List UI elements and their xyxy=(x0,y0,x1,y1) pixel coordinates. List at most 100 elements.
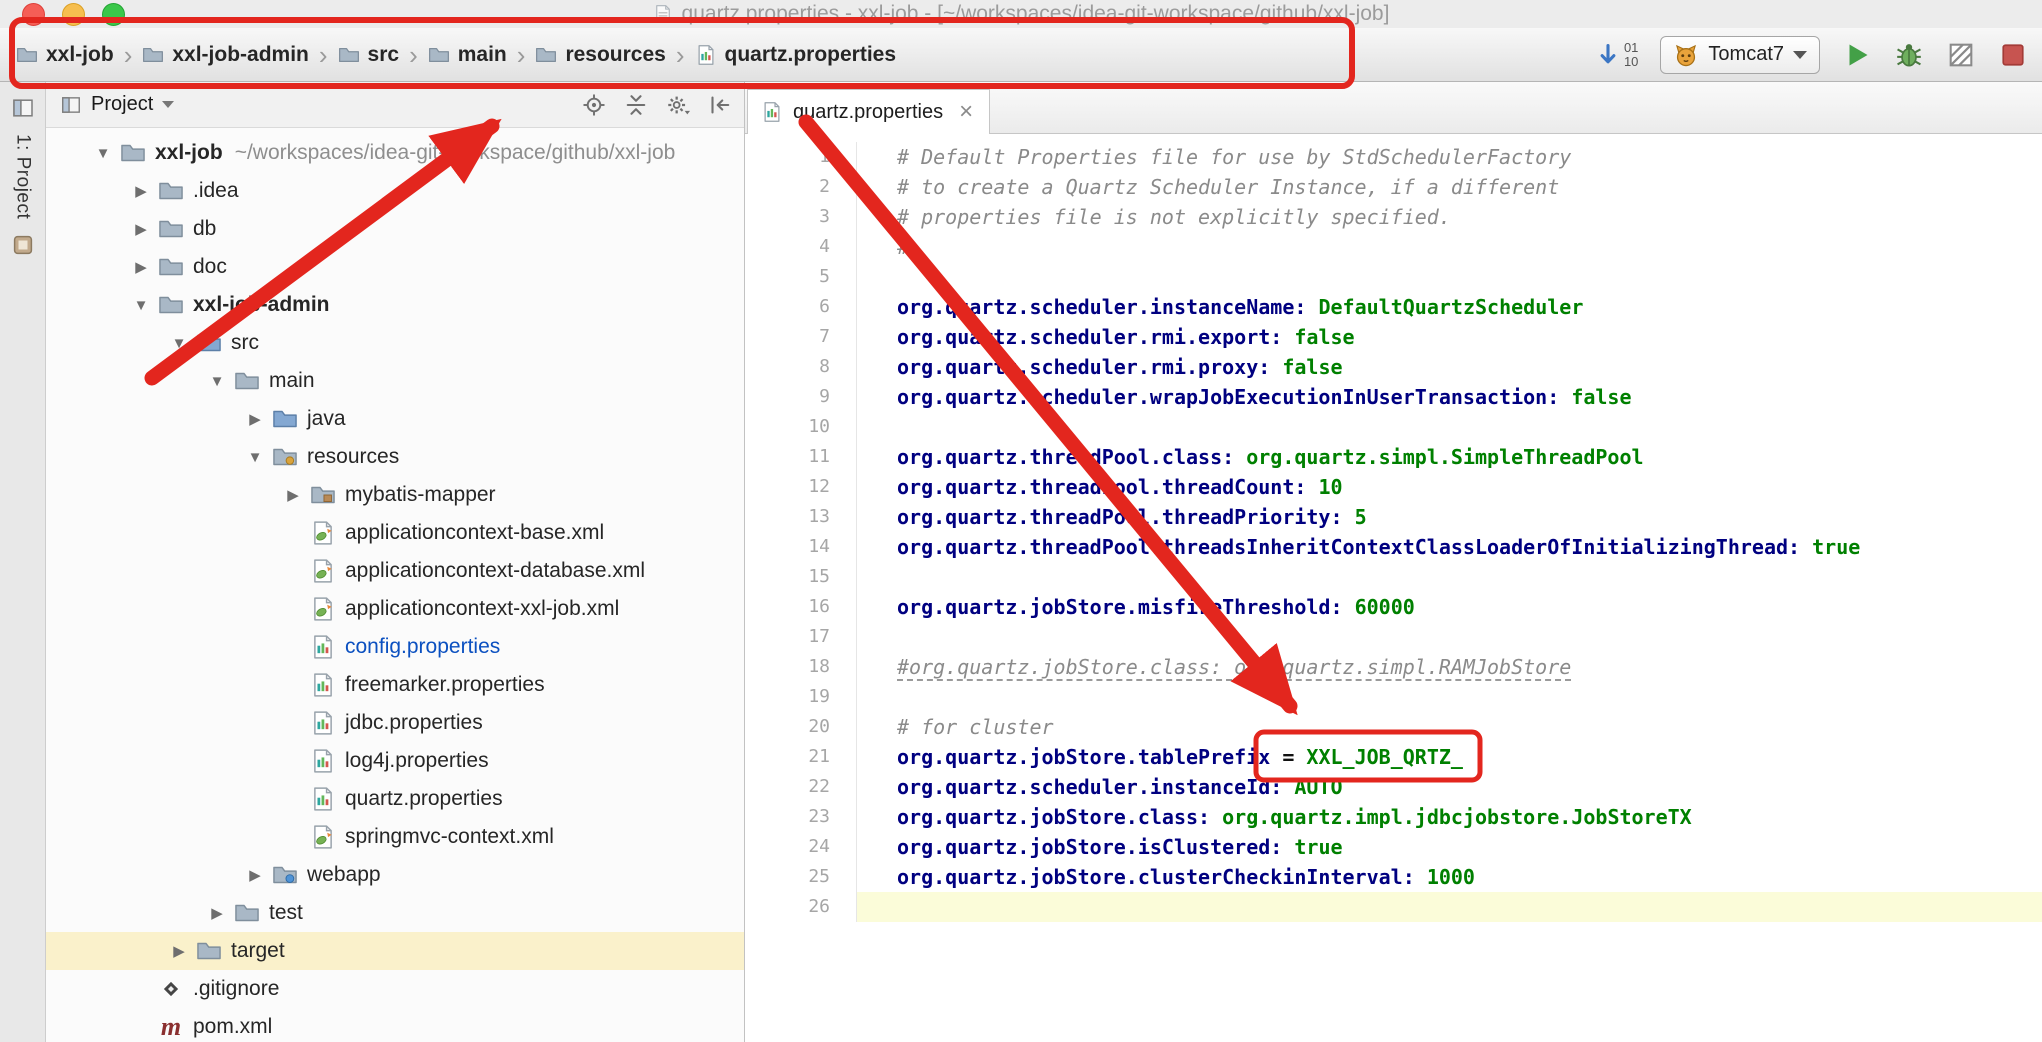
line-number[interactable]: 11 xyxy=(745,442,857,472)
line-number[interactable]: 24 xyxy=(745,832,857,862)
breadcrumb-item-resources[interactable]: resources xyxy=(535,43,665,67)
tree-item-xxl-job[interactable]: ▼xxl-job~/workspaces/idea-git-workspace/… xyxy=(46,134,744,172)
code-line-18[interactable]: 18#org.quartz.jobStore.class: org.quartz… xyxy=(745,652,2042,682)
code-line-26[interactable]: 26 xyxy=(745,892,2042,922)
chevron-collapsed-icon[interactable]: ▶ xyxy=(238,410,272,428)
tree-item-idea[interactable]: ▶.idea xyxy=(46,172,744,210)
code-line-23[interactable]: 23org.quartz.jobStore.class: org.quartz.… xyxy=(745,802,2042,832)
code-line-25[interactable]: 25org.quartz.jobStore.clusterCheckinInte… xyxy=(745,862,2042,892)
line-number[interactable]: 15 xyxy=(745,562,857,592)
tree-item-applicationcontext-database-xml[interactable]: applicationcontext-database.xml xyxy=(46,552,744,590)
line-number[interactable]: 12 xyxy=(745,472,857,502)
breadcrumb-item-xxl-job[interactable]: xxl-job xyxy=(16,43,114,67)
line-number[interactable]: 16 xyxy=(745,592,857,622)
code-line-17[interactable]: 17 xyxy=(745,622,2042,652)
tree-item-applicationcontext-xxl-job-xml[interactable]: applicationcontext-xxl-job.xml xyxy=(46,590,744,628)
line-number[interactable]: 8 xyxy=(745,352,857,382)
code-line-14[interactable]: 14org.quartz.threadPool.threadsInheritCo… xyxy=(745,532,2042,562)
chevron-collapsed-icon[interactable]: ▶ xyxy=(200,904,234,922)
tree-item-db[interactable]: ▶db xyxy=(46,210,744,248)
line-number[interactable]: 4 xyxy=(745,232,857,262)
line-number[interactable]: 1 xyxy=(745,142,857,172)
tree-item-java[interactable]: ▶java xyxy=(46,400,744,438)
breadcrumb-item-main[interactable]: main xyxy=(428,43,507,67)
chevron-collapsed-icon[interactable]: ▶ xyxy=(276,486,310,504)
chevron-down-icon[interactable] xyxy=(162,101,174,108)
line-number[interactable]: 22 xyxy=(745,772,857,802)
code-line-19[interactable]: 19 xyxy=(745,682,2042,712)
code-line-2[interactable]: 2# to create a Quartz Scheduler Instance… xyxy=(745,172,2042,202)
code-line-16[interactable]: 16org.quartz.jobStore.misfireThreshold: … xyxy=(745,592,2042,622)
code-line-15[interactable]: 15 xyxy=(745,562,2042,592)
vcs-update-indicator[interactable]: 01 10 xyxy=(1595,41,1638,69)
code-line-20[interactable]: 20# for cluster xyxy=(745,712,2042,742)
code-line-12[interactable]: 12org.quartz.threadPool.threadCount: 10 xyxy=(745,472,2042,502)
chevron-expanded-icon[interactable]: ▼ xyxy=(86,145,120,162)
tree-item-config-properties[interactable]: config.properties xyxy=(46,628,744,666)
tab-quartz-properties[interactable]: quartz.properties × xyxy=(747,89,990,134)
line-number[interactable]: 26 xyxy=(745,892,857,922)
code-line-5[interactable]: 5 xyxy=(745,262,2042,292)
tree-item-main[interactable]: ▼main xyxy=(46,362,744,400)
code-line-21[interactable]: 21org.quartz.jobStore.tablePrefix = XXL_… xyxy=(745,742,2042,772)
chevron-expanded-icon[interactable]: ▼ xyxy=(200,373,234,390)
tool-window-button-icon[interactable] xyxy=(11,233,35,257)
line-number[interactable]: 17 xyxy=(745,622,857,652)
tree-item-resources[interactable]: ▼resources xyxy=(46,438,744,476)
code-line-10[interactable]: 10 xyxy=(745,412,2042,442)
line-number[interactable]: 7 xyxy=(745,322,857,352)
tree-item-quartz-properties[interactable]: quartz.properties xyxy=(46,780,744,818)
line-number[interactable]: 18 xyxy=(745,652,857,682)
line-number[interactable]: 5 xyxy=(745,262,857,292)
run-button[interactable] xyxy=(1842,40,1872,70)
line-number[interactable]: 25 xyxy=(745,862,857,892)
line-number[interactable]: 6 xyxy=(745,292,857,322)
code-line-24[interactable]: 24org.quartz.jobStore.isClustered: true xyxy=(745,832,2042,862)
tree-item-webapp[interactable]: ▶webapp xyxy=(46,856,744,894)
tree-item-pom-xml[interactable]: mpom.xml xyxy=(46,1008,744,1042)
line-number[interactable]: 13 xyxy=(745,502,857,532)
line-number[interactable]: 23 xyxy=(745,802,857,832)
line-number[interactable]: 21 xyxy=(745,742,857,772)
chevron-collapsed-icon[interactable]: ▶ xyxy=(162,942,196,960)
tree-item-target[interactable]: ▶target xyxy=(46,932,744,970)
code-line-7[interactable]: 7org.quartz.scheduler.rmi.export: false xyxy=(745,322,2042,352)
line-number[interactable]: 9 xyxy=(745,382,857,412)
chevron-collapsed-icon[interactable]: ▶ xyxy=(124,182,158,200)
line-number[interactable]: 10 xyxy=(745,412,857,442)
code-line-6[interactable]: 6org.quartz.scheduler.instanceName: Defa… xyxy=(745,292,2042,322)
run-config-selector[interactable]: Tomcat7 xyxy=(1660,36,1820,74)
breadcrumb-item-xxl-job-admin[interactable]: xxl-job-admin xyxy=(142,43,309,67)
tree-item-freemarker-properties[interactable]: freemarker.properties xyxy=(46,666,744,704)
breadcrumb-item-quartz-properties[interactable]: quartz.properties xyxy=(695,43,897,67)
tree-item-springmvc-context-xml[interactable]: springmvc-context.xml xyxy=(46,818,744,856)
chevron-expanded-icon[interactable]: ▼ xyxy=(162,335,196,352)
stop-button[interactable] xyxy=(1998,40,2028,70)
chevron-expanded-icon[interactable]: ▼ xyxy=(124,297,158,314)
project-tool-window-icon[interactable] xyxy=(11,96,35,120)
locate-icon[interactable] xyxy=(582,93,606,117)
code-line-3[interactable]: 3# properties file is not explicitly spe… xyxy=(745,202,2042,232)
code-line-4[interactable]: 4# xyxy=(745,232,2042,262)
project-panel-title[interactable]: Project xyxy=(91,93,153,116)
code-line-8[interactable]: 8org.quartz.scheduler.rmi.proxy: false xyxy=(745,352,2042,382)
line-number[interactable]: 2 xyxy=(745,172,857,202)
settings-icon[interactable] xyxy=(666,93,690,117)
tree-item-test[interactable]: ▶test xyxy=(46,894,744,932)
breadcrumb-item-src[interactable]: src xyxy=(338,43,400,67)
tree-item-log4j-properties[interactable]: log4j.properties xyxy=(46,742,744,780)
tree-item-doc[interactable]: ▶doc xyxy=(46,248,744,286)
tree-item-xxl-job-admin[interactable]: ▼xxl-job-admin xyxy=(46,286,744,324)
line-number[interactable]: 20 xyxy=(745,712,857,742)
code-line-22[interactable]: 22org.quartz.scheduler.instanceId: AUTO xyxy=(745,772,2042,802)
coverage-button[interactable] xyxy=(1946,40,1976,70)
project-tool-window-button[interactable]: 1: Project xyxy=(12,134,34,219)
tree-item-gitignore[interactable]: .gitignore xyxy=(46,970,744,1008)
code-line-13[interactable]: 13org.quartz.threadPool.threadPriority: … xyxy=(745,502,2042,532)
chevron-collapsed-icon[interactable]: ▶ xyxy=(124,258,158,276)
line-number[interactable]: 14 xyxy=(745,532,857,562)
code-line-1[interactable]: 1# Default Properties file for use by St… xyxy=(745,142,2042,172)
line-number[interactable]: 3 xyxy=(745,202,857,232)
hide-icon[interactable] xyxy=(708,93,732,117)
code-line-11[interactable]: 11org.quartz.threadPool.class: org.quart… xyxy=(745,442,2042,472)
